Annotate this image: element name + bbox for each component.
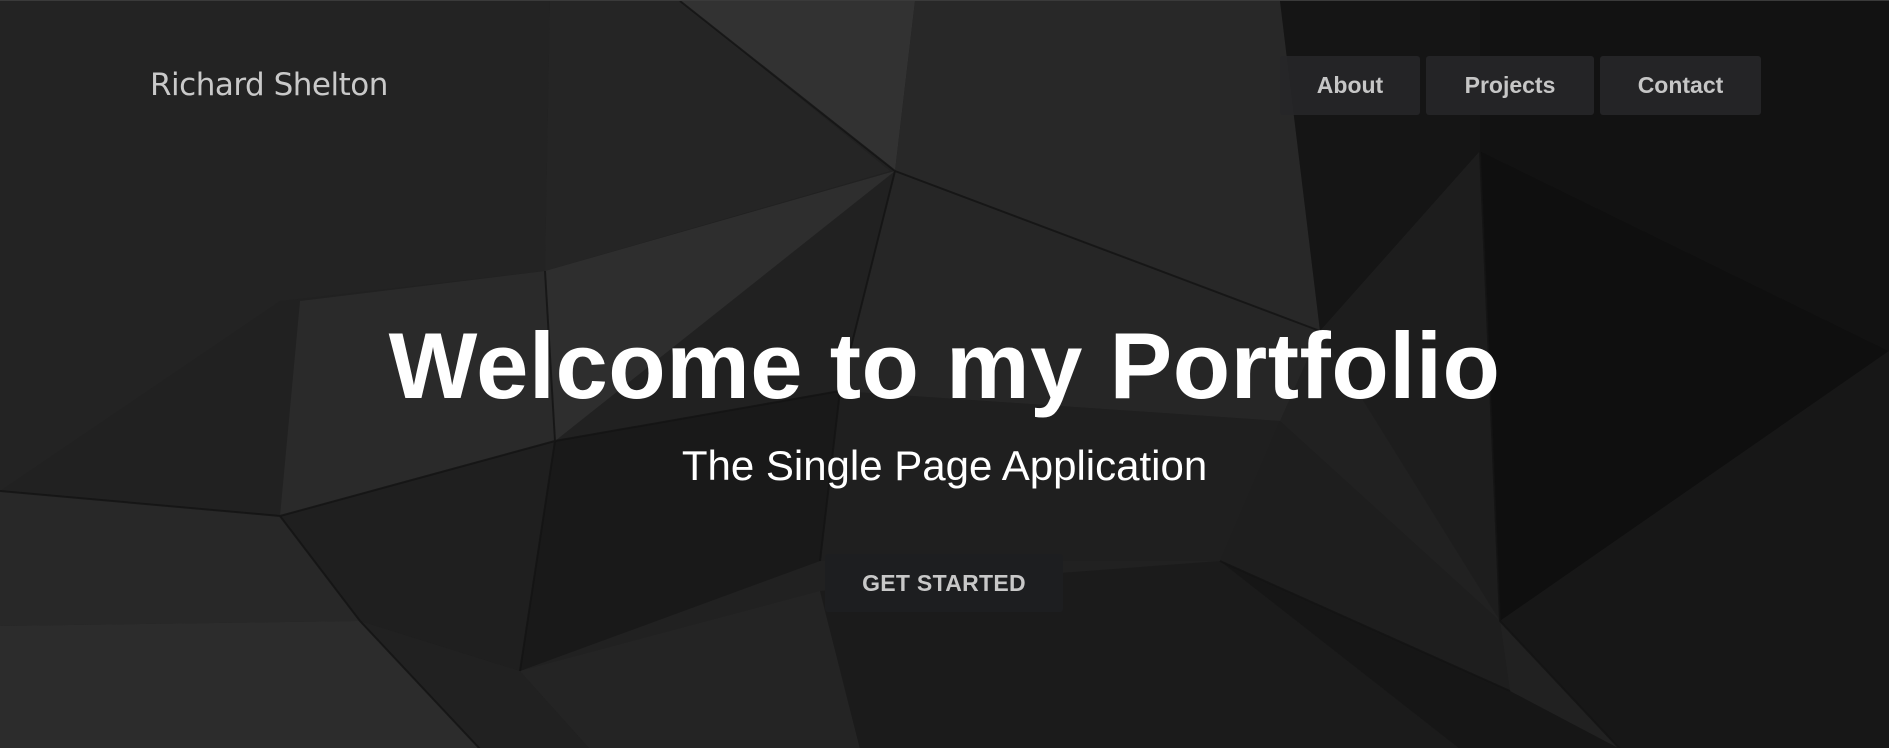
get-started-button[interactable]: GET STARTED (825, 554, 1063, 612)
top-nav: About Projects Contact (1280, 56, 1761, 115)
nav-projects-link[interactable]: Projects (1426, 56, 1594, 115)
hero-subtitle: The Single Page Application (681, 442, 1208, 489)
brand-name[interactable]: Richard Shelton (150, 65, 388, 105)
nav-about-link[interactable]: About (1280, 56, 1420, 115)
nav-contact-link[interactable]: Contact (1600, 56, 1761, 115)
hero-title: Welcome to my Portfolio (388, 313, 1501, 418)
hero-section: Richard Shelton About Projects Contact W… (0, 0, 1889, 748)
